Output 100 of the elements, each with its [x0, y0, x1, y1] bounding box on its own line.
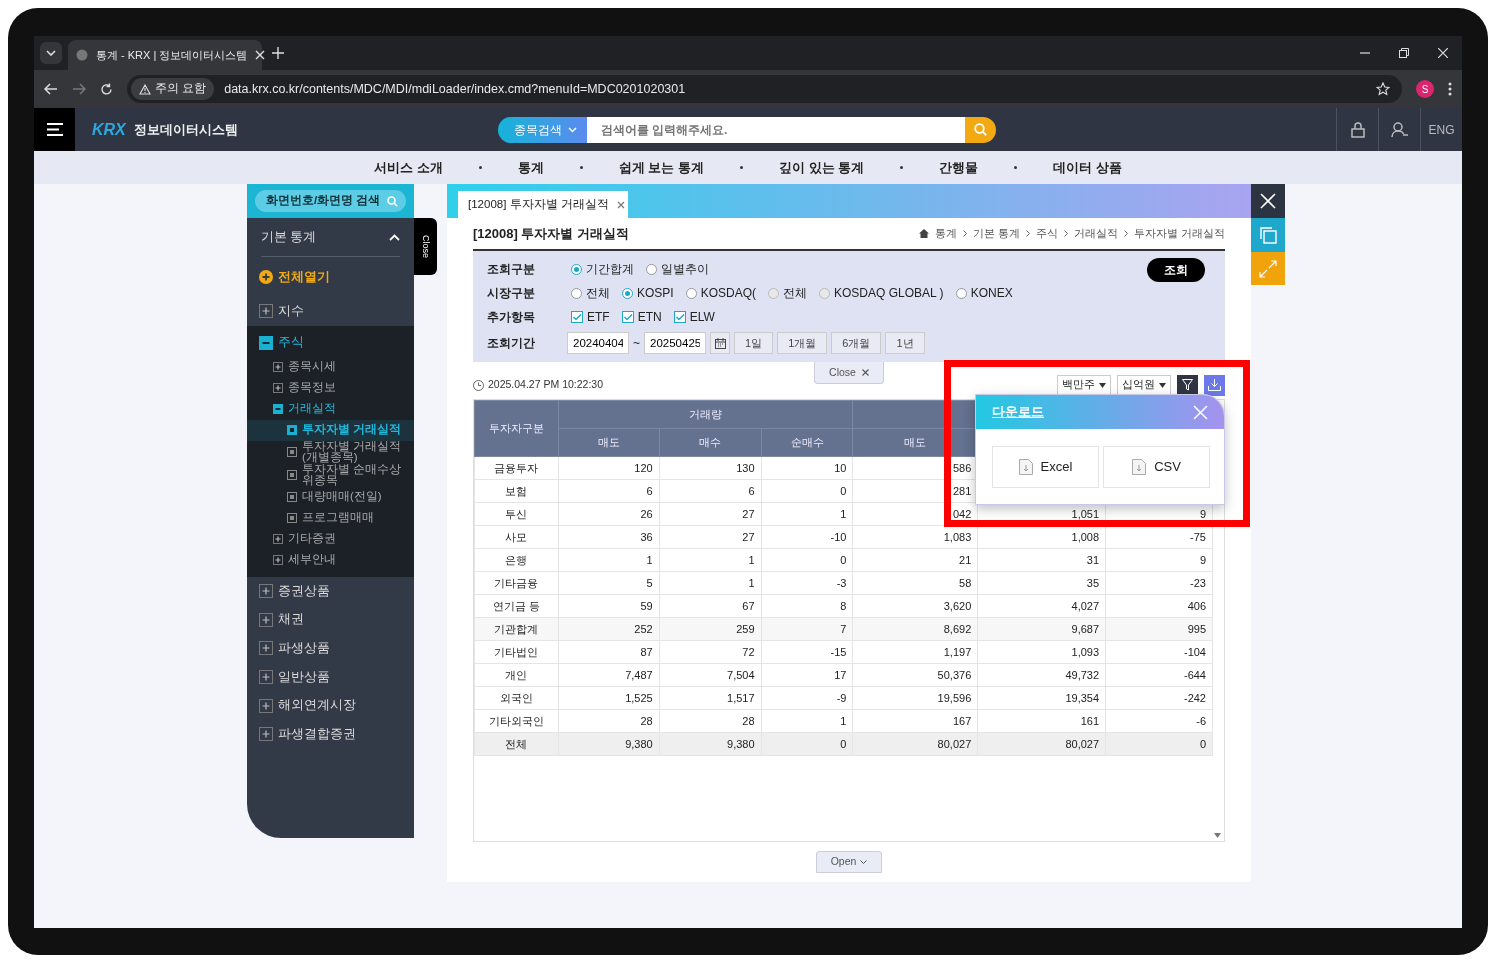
more-icon[interactable] [1448, 82, 1452, 96]
unit-dropdown[interactable]: 백만주 [1057, 375, 1111, 395]
open-panel-button[interactable]: Open [815, 851, 883, 873]
caret-icon [1159, 382, 1166, 388]
menu-page-link[interactable]: 투자자별 거래실적(개별종목) [247, 440, 414, 464]
table-cell: 1,525 [558, 686, 660, 710]
plus-icon [259, 270, 273, 284]
nav-link[interactable]: 서비스 소개 [374, 157, 443, 178]
plus-icon [259, 612, 273, 627]
plus-icon [259, 727, 273, 742]
restore-icon[interactable] [1399, 48, 1409, 58]
menu-folder[interactable]: 종목정보 [247, 377, 414, 399]
nav-link[interactable]: 간행물 [939, 157, 979, 178]
option-label: KOSPI [637, 285, 674, 302]
close-icon [861, 369, 869, 376]
table-cell: 1 [659, 548, 762, 572]
calendar-button[interactable] [710, 332, 730, 354]
nav-link[interactable]: 깊이 있는 통계 [779, 157, 865, 178]
nav-link[interactable]: 데이터 상품 [1053, 157, 1122, 178]
preset-button[interactable]: 1개월 [777, 332, 828, 354]
warning-icon [139, 83, 151, 95]
menu-folder[interactable]: 거래실적 [247, 398, 414, 420]
plus-icon [273, 362, 283, 373]
menu-icon [46, 123, 63, 136]
site-title[interactable]: 정보데이터시스템 [133, 119, 238, 140]
breadcrumb-link[interactable]: 기본 통계 [973, 225, 1021, 242]
menu-search-field[interactable]: 화면번호/화면명 검색 [255, 190, 406, 212]
reload-icon[interactable] [100, 82, 113, 96]
table-cell: 161 [977, 709, 1106, 733]
checkbox[interactable] [571, 311, 583, 323]
radio-button[interactable] [646, 263, 657, 275]
preset-button[interactable]: 1년 [885, 332, 925, 354]
breadcrumb-link[interactable]: 주식 [1036, 225, 1059, 242]
close-tab[interactable]: Close [414, 218, 437, 275]
breadcrumb-link[interactable]: 거래실적 [1074, 225, 1119, 242]
column-header: 투자자구분 [474, 400, 559, 457]
nav-link[interactable]: 통계 [517, 157, 544, 178]
site-logo[interactable]: KRX [92, 117, 126, 142]
menu-folder[interactable]: 파생상품 [247, 634, 414, 663]
star-icon[interactable] [1376, 82, 1390, 96]
option-label: 전체 [586, 285, 610, 302]
menu-page-link[interactable]: 투자자별 거래실적 [247, 419, 414, 441]
close-window-button[interactable] [1251, 184, 1285, 218]
breadcrumb-link[interactable]: 투자자별 거래실적 [1134, 225, 1225, 242]
checkbox[interactable] [673, 311, 686, 323]
download-option-button[interactable]: Excel [992, 446, 1099, 488]
menu-page-link[interactable]: 프로그램매매 [247, 507, 414, 529]
menu-folder[interactable]: 지수 [247, 297, 414, 326]
menu-folder[interactable]: 증권상품 [247, 576, 414, 606]
menu-page-link[interactable]: 투자자별 순매수상위종목 [247, 463, 414, 487]
new-tab-icon[interactable] [272, 47, 284, 59]
menu-folder[interactable]: 주식 [247, 328, 414, 357]
search-field[interactable]: 검색어를 입력해주세요. [586, 116, 965, 143]
table-cell: -23 [1105, 571, 1213, 595]
radio-button[interactable] [955, 287, 967, 299]
menu-button[interactable] [34, 108, 75, 151]
close-panel-button[interactable]: Close [814, 362, 884, 384]
table-cell: 8,692 [852, 617, 978, 641]
search-icon [973, 123, 987, 136]
back-icon[interactable] [44, 83, 58, 95]
breadcrumb-link[interactable]: 통계 [935, 225, 958, 242]
section-header[interactable]: 기본 통계 [261, 218, 400, 257]
search-button[interactable]: 조회 [1147, 258, 1205, 282]
radio-button[interactable] [571, 287, 582, 299]
radio-button[interactable] [622, 287, 633, 299]
download-option-button[interactable]: CSV [1103, 446, 1210, 488]
security-warning-chip[interactable]: 주의 요함 [131, 78, 215, 100]
profile-avatar[interactable]: S [1416, 80, 1434, 98]
preset-button[interactable]: 1일 [734, 332, 774, 354]
table-cell: 49,732 [977, 663, 1106, 687]
scroll-down-icon[interactable] [1214, 833, 1221, 838]
filter-button[interactable] [1177, 374, 1198, 396]
nav-link[interactable]: 쉽게 보는 통계 [618, 157, 704, 178]
tab-list-button[interactable] [40, 42, 62, 64]
menu-folder[interactable]: 종목시세 [247, 356, 414, 378]
radio-button[interactable] [571, 263, 582, 275]
menu-folder[interactable]: 파생결합증권 [247, 720, 414, 749]
table-cell: -15 [761, 640, 853, 664]
download-button[interactable] [1204, 374, 1225, 396]
download-icon [1208, 379, 1221, 391]
date-field[interactable]: 20240404 [567, 332, 629, 354]
table-cell: 개인 [474, 663, 559, 687]
search-button[interactable] [964, 116, 996, 143]
plus-icon [259, 698, 273, 713]
menu-folder[interactable]: 채권 [247, 605, 414, 635]
menu-folder[interactable]: 세부안내 [247, 549, 414, 571]
table-cell: 19,596 [852, 686, 978, 710]
menu-folder[interactable]: 일반상품 [247, 662, 414, 692]
open-all-link[interactable]: 전체열기 [247, 257, 414, 297]
menu-folder[interactable]: 기타증권 [247, 528, 414, 550]
unit-dropdown[interactable]: 십억원 [1117, 375, 1171, 395]
url-text[interactable]: data.krx.co.kr/contents/MDC/MDI/mdiLoader/index.cmd?menuId=MDC0201020301 [224, 79, 1366, 99]
preset-button[interactable]: 6개월 [831, 332, 882, 354]
table-cell: 042 [852, 502, 978, 526]
radio-button[interactable] [685, 287, 697, 299]
page-tab[interactable]: [12008] 투자자별 거래실적 [458, 191, 628, 218]
menu-page-link[interactable]: 대량매매(전일) [247, 486, 414, 508]
menu-folder[interactable]: 해외연계시장 [247, 691, 414, 721]
date-field[interactable]: 20250425 [644, 332, 706, 354]
checkbox[interactable] [621, 311, 634, 323]
